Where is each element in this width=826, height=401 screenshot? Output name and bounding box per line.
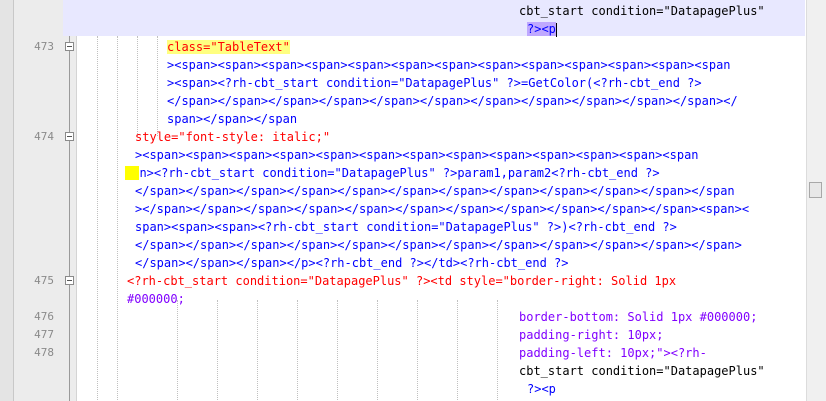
code-line: cbt_start condition="DatapagePlus" (519, 2, 765, 20)
code-line: ><span><span><span><span><span><span><sp… (135, 146, 699, 164)
code-line: </span></span></span></span></span></spa… (135, 236, 742, 254)
code-line: border-bottom: Solid 1px #000000; (519, 308, 757, 326)
scrollbar-thumb[interactable] (809, 182, 822, 198)
code-line: ></span></span></span></span></span></sp… (135, 200, 749, 218)
line-number: 473 (34, 40, 54, 53)
code-line: ><span><span><span><span><span><span><sp… (167, 56, 731, 74)
code-line: #000000; (127, 290, 185, 308)
code-token: span><span><span><?rh-cbt_start conditio… (135, 220, 677, 234)
code-token: ?><p (527, 22, 556, 36)
code-line: n><?rh-cbt_start condition="DatapagePlus… (125, 164, 660, 182)
code-line: </span></span></span></p><?rh-cbt_end ?>… (135, 254, 568, 272)
fold-toggle-icon[interactable] (65, 132, 74, 141)
code-line: class="TableText" (167, 38, 290, 56)
line-number: 474 (34, 130, 54, 143)
code-token: #000000; (127, 292, 185, 306)
code-token: n><?rh-cbt_start condition="DatapagePlus… (139, 166, 660, 180)
code-line: <?rh-cbt_start condition="DatapagePlus" … (127, 272, 676, 290)
code-line: ><span><?rh-cbt_start condition="Datapag… (167, 74, 702, 92)
code-line: span></span></span (167, 110, 297, 128)
code-token: ><span><?rh-cbt_start condition="Datapag… (167, 76, 702, 90)
code-line: ?><p (527, 20, 557, 38)
vertical-scrollbar[interactable] (806, 0, 826, 401)
code-token: </span></span></span></span></span></spa… (167, 94, 738, 108)
code-token: padding-left: 10px;"><?rh- (519, 346, 707, 360)
code-token: </span></span></span></p><?rh-cbt_end ?>… (135, 256, 569, 270)
code-token: padding-right: 10px; (519, 328, 664, 342)
code-line: padding-left: 10px;"><?rh- (519, 344, 707, 362)
text-caret (555, 22, 557, 37)
code-editor[interactable]: cbt_start condition="DatapagePlus" ?><p … (77, 0, 805, 401)
code-token: ></span></span></span></span></span></sp… (135, 202, 750, 216)
fold-line (69, 141, 70, 276)
code-token: </span></span></span></span></span></spa… (135, 184, 735, 198)
code-token: style="font-style: italic;" (135, 130, 331, 144)
code-token: span></span></span (167, 112, 298, 126)
line-number: 475 (34, 274, 54, 287)
code-token: cbt_start condition="DatapagePlus" (519, 364, 765, 378)
code-token: border-bottom: Solid 1px #000000; (519, 310, 758, 324)
code-line: cbt_start condition="DatapagePlus" (519, 362, 765, 380)
code-token: class="TableText" (167, 40, 290, 54)
line-number-margin: 473 474 475 476 477 478 (14, 0, 77, 401)
code-line: </span></span></span></span></span></spa… (135, 182, 735, 200)
code-token: ?><p (527, 382, 556, 396)
code-line: ?><p (527, 380, 556, 398)
fold-line (69, 51, 70, 132)
code-token: ><span><span><span><span><span><span><sp… (167, 58, 731, 72)
fold-toggle-icon[interactable] (65, 42, 74, 51)
code-line: padding-right: 10px; (519, 326, 664, 344)
line-number: 476 (34, 310, 54, 323)
code-token: cbt_start condition="DatapagePlus" (519, 4, 765, 18)
code-token: ><span><span><span><span><span><span><sp… (135, 148, 699, 162)
code-line: </span></span></span></span></span></spa… (167, 92, 738, 110)
fold-line (69, 285, 70, 401)
code-token: <?rh-cbt_start condition="DatapagePlus" … (127, 274, 677, 288)
fold-toggle-icon[interactable] (65, 276, 74, 285)
code-line: style="font-style: italic;" (135, 128, 330, 146)
bookmark-gutter[interactable] (0, 0, 14, 401)
code-line: span><span><span><?rh-cbt_start conditio… (135, 218, 677, 236)
line-number: 478 (34, 346, 54, 359)
line-number: 477 (34, 328, 54, 341)
code-token: </span></span></span></span></span></spa… (135, 238, 742, 252)
